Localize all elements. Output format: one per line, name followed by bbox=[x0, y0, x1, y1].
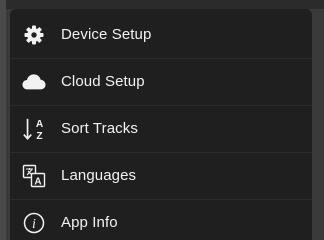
menu-item-sort-tracks[interactable]: A Z Sort Tracks bbox=[10, 105, 312, 152]
cloud-icon bbox=[22, 70, 46, 94]
menu-item-label: Cloud Setup bbox=[61, 73, 145, 90]
svg-text:A: A bbox=[36, 119, 44, 130]
menu-item-app-info[interactable]: i App Info bbox=[10, 199, 312, 240]
svg-text:i: i bbox=[32, 217, 36, 232]
menu-item-label: Device Setup bbox=[61, 26, 152, 43]
gear-icon bbox=[22, 23, 46, 47]
window-top-edge bbox=[0, 0, 324, 9]
backdrop-strip bbox=[0, 0, 6, 240]
menu-item-languages[interactable]: A Languages bbox=[10, 152, 312, 199]
settings-menu: Device Setup Cloud Setup A Z Sort Tracks bbox=[10, 9, 312, 240]
menu-item-label: App Info bbox=[61, 214, 118, 231]
info-icon: i bbox=[22, 211, 46, 235]
menu-item-device-setup[interactable]: Device Setup bbox=[10, 11, 312, 58]
menu-item-label: Sort Tracks bbox=[61, 120, 138, 137]
menu-item-cloud-setup[interactable]: Cloud Setup bbox=[10, 58, 312, 105]
menu-item-label: Languages bbox=[61, 167, 137, 184]
svg-text:A: A bbox=[34, 177, 41, 188]
translate-icon: A bbox=[22, 164, 46, 188]
sort-az-icon: A Z bbox=[22, 117, 46, 142]
svg-text:Z: Z bbox=[36, 131, 42, 142]
